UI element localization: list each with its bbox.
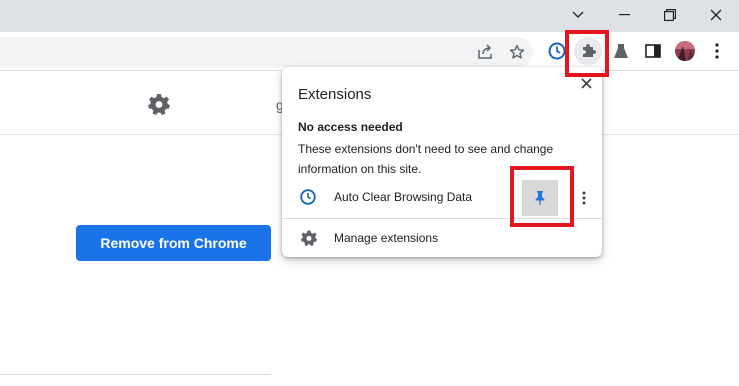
divider	[0, 374, 271, 375]
close-icon	[710, 9, 722, 21]
minimize-button[interactable]	[601, 0, 647, 30]
manage-extensions-row[interactable]: Manage extensions	[282, 226, 602, 250]
extension-more-options-button[interactable]	[574, 187, 594, 209]
address-bar[interactable]	[0, 37, 533, 67]
extension-name: Auto Clear Browsing Data	[334, 190, 473, 204]
highlight-box-pin-button	[510, 166, 574, 227]
side-panel-icon[interactable]	[639, 37, 667, 65]
kebab-icon	[582, 191, 586, 205]
highlight-box-extensions-button	[565, 30, 609, 77]
share-icon[interactable]	[471, 38, 499, 66]
close-icon	[580, 77, 592, 89]
minimize-icon	[618, 14, 630, 16]
labs-flask-icon[interactable]	[607, 37, 635, 65]
menu-kebab-icon[interactable]	[703, 37, 731, 65]
popup-title: Extensions	[298, 86, 372, 103]
restore-icon	[664, 9, 676, 21]
restore-button[interactable]	[647, 0, 693, 30]
profile-avatar[interactable]	[671, 37, 699, 65]
section-title: No access needed	[298, 120, 403, 134]
chevron-down-icon	[572, 11, 584, 18]
gear-icon[interactable]	[148, 93, 170, 115]
browser-toolbar	[0, 32, 739, 71]
close-window-button[interactable]	[693, 0, 739, 30]
tab-search-button[interactable]	[555, 0, 601, 30]
remove-from-chrome-button[interactable]: Remove from Chrome	[76, 225, 271, 261]
gear-icon	[301, 230, 317, 246]
auto-clear-extension-icon	[300, 189, 316, 205]
manage-extensions-label: Manage extensions	[334, 231, 439, 245]
extensions-popup: Extensions No access needed These extens…	[282, 67, 602, 257]
bookmark-star-icon[interactable]	[503, 38, 531, 66]
popup-close-button[interactable]	[578, 75, 594, 91]
title-bar	[0, 0, 739, 32]
